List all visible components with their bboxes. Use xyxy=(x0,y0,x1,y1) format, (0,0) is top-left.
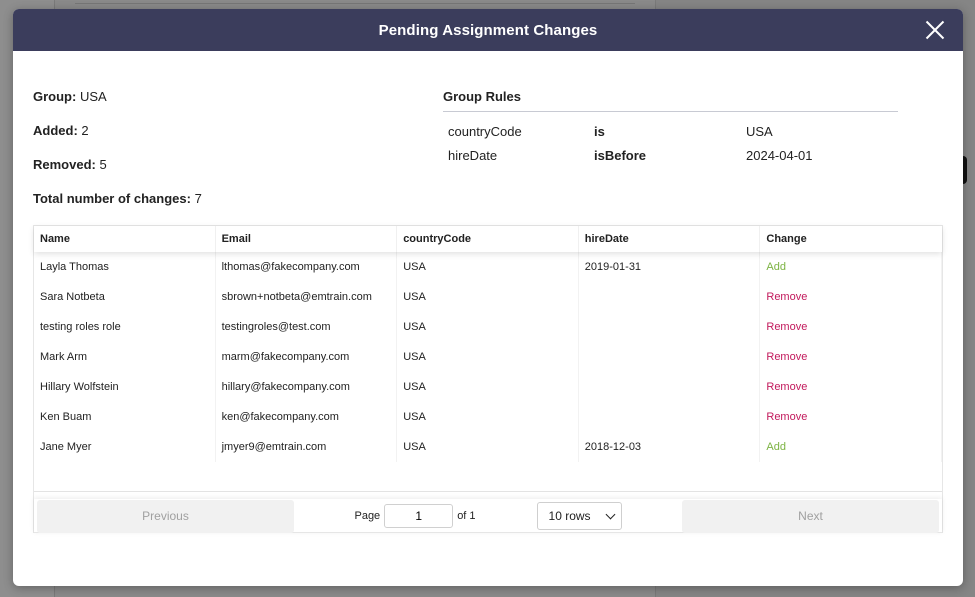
cell-change: Add xyxy=(760,252,942,282)
cell-hiredate xyxy=(579,312,761,342)
cell-name: Hillary Wolfstein xyxy=(34,372,216,402)
group-rules: Group Rules countryCode is USA hireDate … xyxy=(443,89,898,172)
cell-name: Mark Arm xyxy=(34,342,216,372)
column-header-hiredate[interactable]: hireDate xyxy=(579,226,761,252)
table-row: testing roles role testingroles@test.com… xyxy=(34,312,942,342)
group-label: Group: xyxy=(33,89,77,104)
page-total: of 1 xyxy=(457,510,476,522)
group-rules-list: countryCode is USA hireDate isBefore 202… xyxy=(443,124,898,172)
modal-title: Pending Assignment Changes xyxy=(378,21,598,39)
rule-value: USA xyxy=(746,124,773,139)
cell-hiredate xyxy=(579,342,761,372)
total-label: Total number of changes: xyxy=(33,191,191,206)
rule-field: countryCode xyxy=(448,124,522,139)
cell-change: Remove xyxy=(760,342,942,372)
removed-label: Removed: xyxy=(33,157,96,172)
summary-group: Group: USA xyxy=(33,89,202,123)
close-icon[interactable] xyxy=(924,19,946,41)
rule-row: hireDate isBefore 2024-04-01 xyxy=(443,148,898,172)
group-value: USA xyxy=(79,89,107,104)
next-button[interactable]: Next xyxy=(682,499,939,533)
column-header-change[interactable]: Change xyxy=(760,226,942,252)
cell-name: Jane Myer xyxy=(34,432,216,462)
cell-hiredate: 2019-01-31 xyxy=(579,252,761,282)
cell-hiredate xyxy=(579,282,761,312)
pending-changes-modal: Pending Assignment Changes Group: USA Ad… xyxy=(13,9,963,586)
cell-change: Add xyxy=(760,432,942,462)
table-body: Layla Thomas lthomas@fakecompany.com USA… xyxy=(34,252,942,462)
cell-hiredate: 2018-12-03 xyxy=(579,432,761,462)
background-divider xyxy=(75,3,635,4)
cell-hiredate xyxy=(579,402,761,432)
column-header-email[interactable]: Email xyxy=(216,226,398,252)
cell-change: Remove xyxy=(760,372,942,402)
chevron-down-icon xyxy=(605,509,615,520)
cell-countrycode: USA xyxy=(397,252,579,282)
cell-countrycode: USA xyxy=(397,402,579,432)
cell-email: jmyer9@emtrain.com xyxy=(216,432,398,462)
cell-email: hillary@fakecompany.com xyxy=(216,372,398,402)
cell-email: marm@fakecompany.com xyxy=(216,342,398,372)
page-info: Page of 1 xyxy=(354,504,476,528)
cell-hiredate xyxy=(579,372,761,402)
cell-name: Ken Buam xyxy=(34,402,216,432)
pagination: Previous Page of 1 10 rows Next xyxy=(34,499,942,533)
page-number-input[interactable] xyxy=(384,504,454,528)
table-row: Layla Thomas lthomas@fakecompany.com USA… xyxy=(34,252,942,282)
summary: Group: USA Added: 2 Removed: 5 Total num… xyxy=(33,89,202,225)
cell-email: sbrown+notbeta@emtrain.com xyxy=(216,282,398,312)
cell-name: testing roles role xyxy=(34,312,216,342)
table-row: Mark Arm marm@fakecompany.com USA Remove xyxy=(34,342,942,372)
rows-per-page-select[interactable]: 10 rows xyxy=(536,502,622,530)
removed-value: 5 xyxy=(99,157,107,172)
rule-field: hireDate xyxy=(448,148,498,163)
cell-name: Sara Notbeta xyxy=(34,282,216,312)
rule-operator: is xyxy=(594,124,605,139)
cell-email: lthomas@fakecompany.com xyxy=(216,252,398,282)
summary-removed: Removed: 5 xyxy=(33,157,202,191)
cell-email: testingroles@test.com xyxy=(216,312,398,342)
modal-header: Pending Assignment Changes xyxy=(13,9,963,51)
group-rules-title: Group Rules xyxy=(443,89,898,112)
column-header-name[interactable]: Name xyxy=(34,226,216,252)
cell-countrycode: USA xyxy=(397,432,579,462)
cell-name: Layla Thomas xyxy=(34,252,216,282)
table-row: Jane Myer jmyer9@emtrain.com USA 2018-12… xyxy=(34,432,942,462)
column-header-countrycode[interactable]: countryCode xyxy=(397,226,579,252)
rule-value: 2024-04-01 xyxy=(746,148,813,163)
cell-countrycode: USA xyxy=(397,312,579,342)
summary-total: Total number of changes: 7 xyxy=(33,191,202,225)
cell-change: Remove xyxy=(760,282,942,312)
cell-countrycode: USA xyxy=(397,372,579,402)
table-row: Ken Buam ken@fakecompany.com USA Remove xyxy=(34,402,942,432)
added-label: Added: xyxy=(33,123,78,138)
cell-change: Remove xyxy=(760,312,942,342)
page-label: Page xyxy=(354,510,381,522)
table-row: Hillary Wolfstein hillary@fakecompany.co… xyxy=(34,372,942,402)
table-header: Name Email countryCode hireDate Change xyxy=(34,226,942,252)
rows-per-page-value: 10 rows xyxy=(548,509,591,523)
changes-table: Name Email countryCode hireDate Change L… xyxy=(33,225,943,533)
cell-countrycode: USA xyxy=(397,282,579,312)
summary-added: Added: 2 xyxy=(33,123,202,157)
cell-email: ken@fakecompany.com xyxy=(216,402,398,432)
cell-countrycode: USA xyxy=(397,342,579,372)
rule-row: countryCode is USA xyxy=(443,124,898,148)
cell-change: Remove xyxy=(760,402,942,432)
pagination-center: Page of 1 10 rows xyxy=(294,502,682,530)
table-empty-space xyxy=(34,462,942,492)
table-row: Sara Notbeta sbrown+notbeta@emtrain.com … xyxy=(34,282,942,312)
total-value: 7 xyxy=(194,191,202,206)
rule-operator: isBefore xyxy=(594,148,647,163)
added-value: 2 xyxy=(81,123,89,138)
previous-button[interactable]: Previous xyxy=(37,499,294,533)
